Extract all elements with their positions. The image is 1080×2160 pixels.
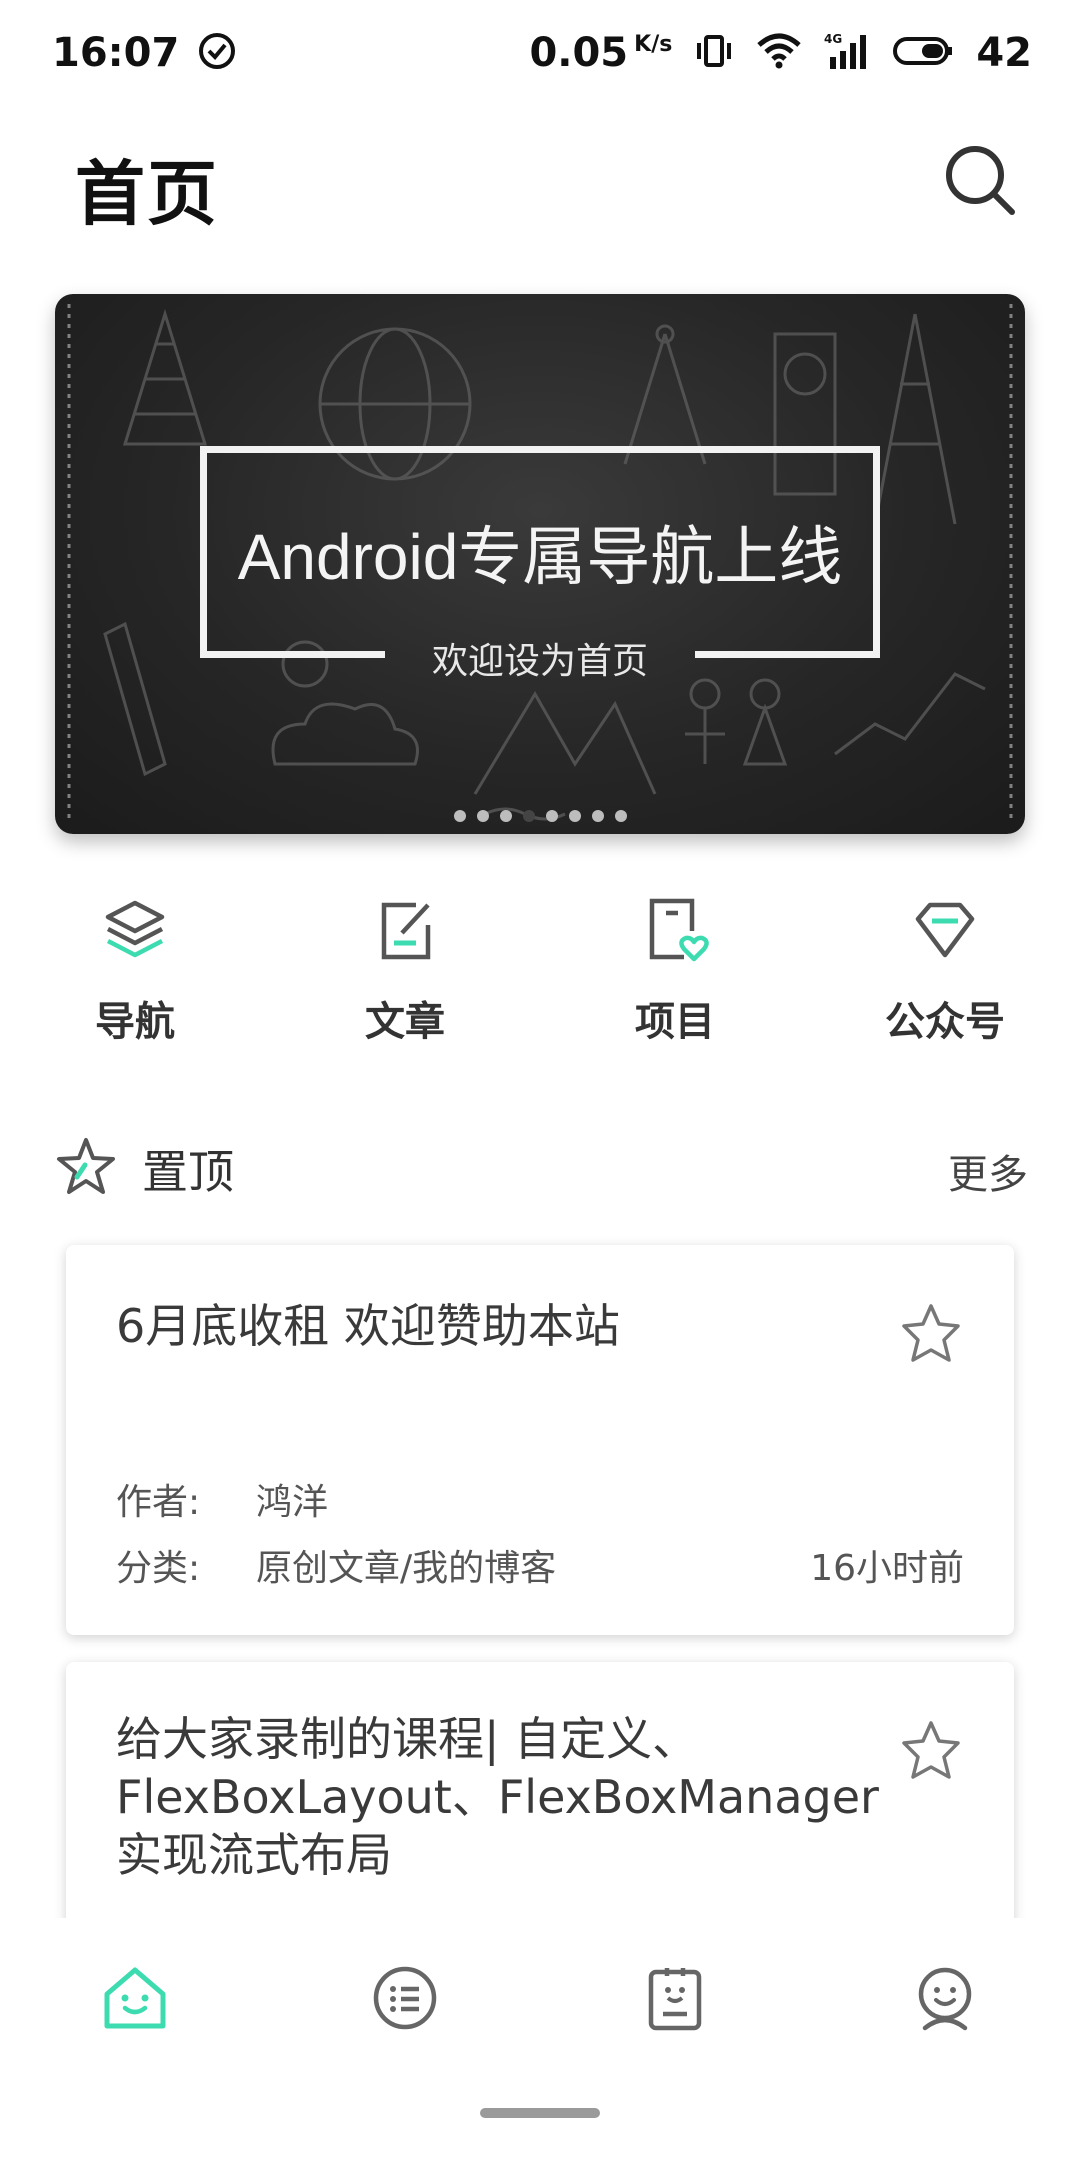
quick-nav-label: 导航 [95,999,175,1045]
carousel-dot[interactable] [522,810,535,822]
star-icon [57,1138,115,1194]
home-icon [104,1967,166,2029]
clipboard-icon [648,1968,702,2031]
carousel-dot[interactable] [499,810,512,822]
banner-subtitle: 欢迎设为首页 [431,641,648,682]
list-icon [373,1966,437,2030]
quick-nav-label: 文章 [365,999,445,1045]
tab-profile[interactable] [810,1918,1080,2160]
tab-list[interactable] [270,1918,540,2160]
quick-nav-label: 公众号 [885,999,1005,1045]
carousel-dot[interactable] [591,810,604,822]
diamond-icon [915,902,975,958]
quick-nav: 导航 文章 项目 公众号 [0,895,1080,1065]
battery-icon [892,31,954,75]
quick-nav-label: 项目 [635,999,715,1045]
carousel-indicator [55,810,1025,822]
carousel-dot[interactable] [476,810,489,822]
article-time: 16小时前 [810,1548,964,1589]
battery-level: 42 [976,30,1032,76]
vibrate-icon [694,31,734,75]
bottom-tab-bar [0,1918,1080,2160]
article-author: 作者: 鸿洋 [116,1482,329,1523]
page-title: 首页 [75,153,219,235]
cellular-signal-icon: 4G [824,31,870,75]
pinned-section-header: 置顶 更多 [0,1130,1080,1200]
favorite-star-icon[interactable] [898,1300,964,1366]
favorite-star-icon[interactable] [898,1717,964,1783]
status-time: 16:07 [52,30,180,76]
carousel-dot[interactable] [545,810,558,822]
check-circle-icon [197,31,237,75]
quick-nav-gongzhonghao[interactable]: 公众号 [810,895,1080,1065]
article-title: 给大家录制的课程| 自定义、FlexBoxLayout、FlexBoxManag… [116,1712,879,1882]
layers-icon [105,900,165,958]
tab-home[interactable] [0,1918,270,2160]
network-speed: 0.05 K/s [529,30,673,76]
quick-nav-daohang[interactable]: 导航 [0,895,270,1065]
carousel-dot[interactable] [614,810,627,822]
more-link[interactable]: 更多 [948,1142,1028,1200]
status-bar: 16:07 0.05 K/s 4G 42 [0,0,1080,110]
app-header: 首页 [0,110,1080,260]
search-button[interactable] [942,142,1018,218]
article-title: 6月底收租 欢迎赞助本站 [116,1299,620,1353]
screen: 16:07 0.05 K/s 4G 42 首页 Android专属导航上线 欢迎… [0,0,1080,2160]
banner-carousel[interactable]: Android专属导航上线 欢迎设为首页 [55,294,1025,834]
home-indicator[interactable] [480,2108,600,2118]
carousel-dot[interactable] [568,810,581,822]
article-category: 分类: 原创文章/我的博客 [116,1548,557,1589]
phone-heart-icon [649,898,709,962]
wifi-icon [756,31,802,75]
section-title: 置顶 [142,1145,234,1199]
edit-note-icon [381,902,431,960]
quick-nav-xiangmu[interactable]: 项目 [540,895,810,1065]
carousel-dot[interactable] [453,810,466,822]
quick-nav-wenzhang[interactable]: 文章 [270,895,540,1065]
banner-title: Android专属导航上线 [237,521,843,593]
search-icon [946,146,1015,215]
tab-clipboard[interactable] [540,1918,810,2160]
article-card[interactable]: 6月底收租 欢迎赞助本站 作者: 鸿洋 分类: 原创文章/我的博客 16小时前 [66,1245,1014,1635]
svg-text:4G: 4G [824,32,842,46]
profile-icon [918,1967,972,2031]
